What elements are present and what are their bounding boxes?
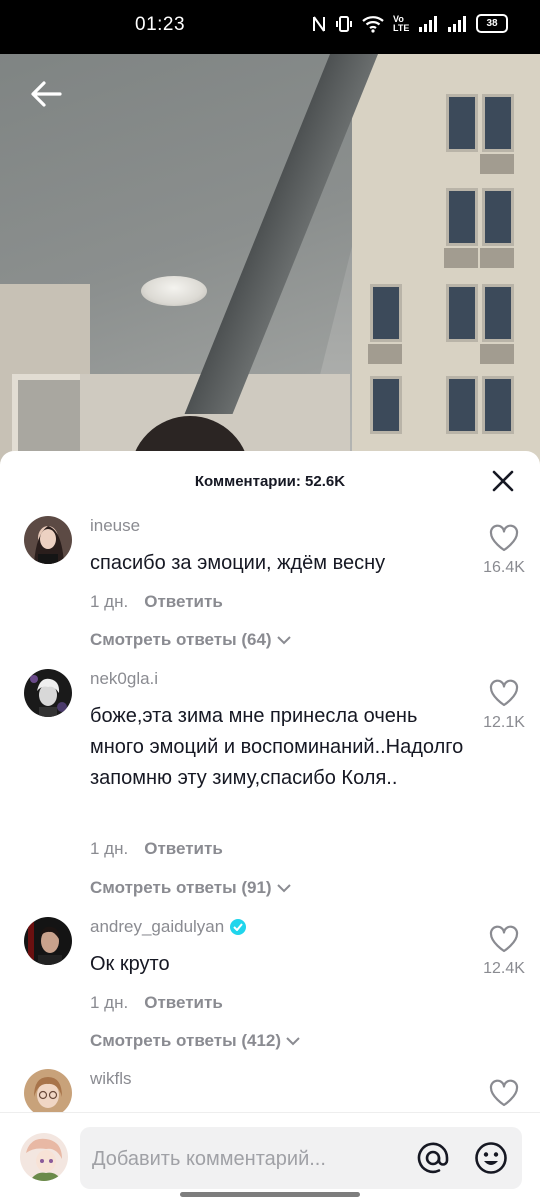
like-button[interactable]: 12.4K: [476, 925, 532, 978]
nfc-icon: [313, 15, 325, 32]
like-count: 12.4K: [483, 960, 525, 977]
status-time: 01:23: [135, 14, 186, 35]
like-button[interactable]: 16.4K: [476, 524, 532, 577]
like-count: 16.4K: [483, 559, 525, 576]
volte-icon: Vo LTE: [393, 13, 410, 33]
comment-item: ineuse спасибо за эмоции, ждём весну 1 д…: [0, 516, 540, 666]
heart-icon[interactable]: [489, 1079, 519, 1107]
comment-username[interactable]: wikfls: [90, 1069, 132, 1089]
reply-button[interactable]: Ответить: [144, 839, 223, 858]
at-icon[interactable]: [416, 1141, 450, 1175]
like-count: 12.1K: [483, 714, 525, 731]
chevron-down-icon: [286, 1037, 300, 1046]
avatar[interactable]: [24, 516, 72, 564]
comment-meta: 1 дн. Ответить: [90, 592, 223, 612]
view-replies-button[interactable]: Смотреть ответы (64): [90, 630, 292, 650]
comment-time: 1 дн.: [90, 993, 129, 1012]
avatar[interactable]: [24, 917, 72, 965]
comment-time: 1 дн.: [90, 839, 129, 858]
video-building: [352, 54, 540, 474]
comment-item: andrey_gaidulyan Ок круто 1 дн. Ответить …: [0, 917, 540, 1067]
heart-icon[interactable]: [489, 679, 519, 707]
comment-username[interactable]: ineuse: [90, 516, 140, 536]
wifi-icon: [362, 15, 384, 33]
comment-meta: 1 дн. Ответить: [90, 839, 223, 859]
comment-input[interactable]: [90, 1127, 404, 1191]
comment-text: спасибо за эмоции, ждём весну: [90, 552, 386, 574]
like-button[interactable]: 12.1K: [476, 679, 532, 732]
comments-title: Комментарии: 52.6K: [194, 473, 346, 490]
my-avatar[interactable]: [20, 1133, 68, 1181]
comment-item: nek0gla.i боже,эта зима мне принесла оче…: [0, 669, 540, 909]
comments-sheet: Комментарии: 52.6K ineuse спасибо за эмо…: [0, 451, 540, 1200]
home-indicator: [180, 1192, 360, 1197]
reply-button[interactable]: Ответить: [144, 993, 223, 1012]
view-replies-button[interactable]: Смотреть ответы (412): [90, 1031, 301, 1051]
signal-icon: [448, 15, 466, 32]
comment-username[interactable]: nek0gla.i: [90, 669, 158, 689]
vibrate-icon: [336, 15, 352, 32]
signal-icon: [419, 15, 437, 32]
comment-item: wikfls: [0, 1069, 540, 1113]
video-frame[interactable]: [0, 54, 540, 474]
chevron-down-icon: [276, 636, 291, 645]
ceiling-lamp: [141, 276, 207, 306]
heart-icon[interactable]: [489, 925, 519, 953]
view-replies-button[interactable]: Смотреть ответы (91): [90, 878, 292, 898]
comment-input-bar: [0, 1112, 540, 1201]
emoji-icon[interactable]: [474, 1141, 508, 1175]
comment-text: боже,эта зима мне принесла очень много э…: [90, 705, 464, 789]
battery-icon: 38: [476, 14, 508, 33]
comment-username[interactable]: andrey_gaidulyan: [90, 917, 247, 937]
comment-text: Ок круто: [90, 953, 170, 975]
chevron-down-icon: [276, 884, 291, 893]
comment-meta: 1 дн. Ответить: [90, 993, 223, 1013]
verified-badge-icon: [230, 919, 247, 935]
reply-button[interactable]: Ответить: [144, 592, 223, 611]
status-bar: 01:23 Vo LTE 38: [0, 0, 540, 54]
arrow-left-icon[interactable]: [28, 78, 64, 110]
close-icon[interactable]: [490, 468, 516, 494]
avatar[interactable]: [24, 1069, 72, 1113]
comment-time: 1 дн.: [90, 592, 129, 611]
like-button[interactable]: [476, 1079, 532, 1112]
status-icons: Vo LTE 38: [312, 14, 508, 33]
avatar[interactable]: [24, 669, 72, 717]
comment-input-box[interactable]: [80, 1127, 522, 1191]
comments-list[interactable]: ineuse спасибо за эмоции, ждём весну 1 д…: [0, 511, 540, 1113]
heart-icon[interactable]: [489, 524, 519, 552]
